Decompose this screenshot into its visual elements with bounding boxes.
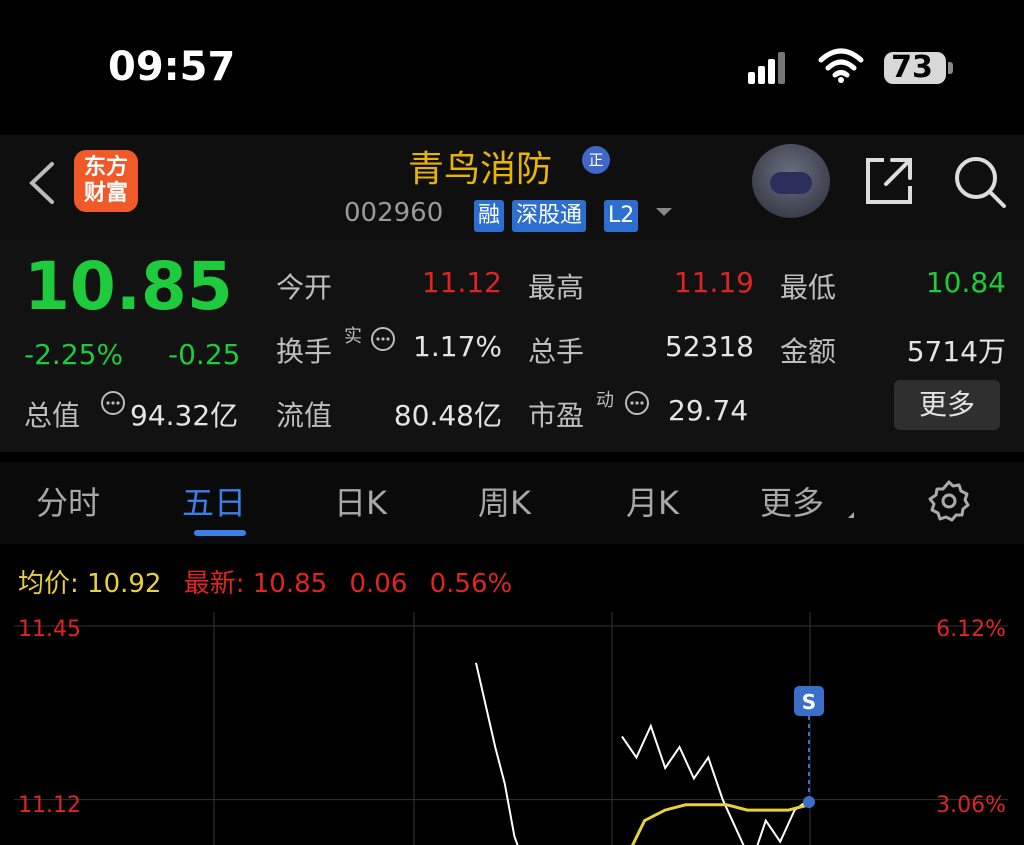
low-label: 最低 [780, 271, 837, 304]
price-line [621, 723, 810, 845]
open-value: 11.12 [421, 266, 502, 299]
caret-icon [848, 512, 854, 518]
amount-value: 5714万 [906, 335, 1006, 368]
back-icon[interactable] [24, 160, 58, 206]
gear-icon[interactable] [926, 478, 972, 524]
name-badge: 正 [582, 146, 610, 174]
tag-level2: L2 [604, 200, 639, 232]
price-line [475, 662, 519, 845]
tab-monthly-k[interactable]: 月K [626, 478, 679, 524]
chart-info-line: 均价: 10.92 最新: 10.85 0.06 0.56% [18, 563, 512, 600]
mktcap-value: 94.32亿 [130, 399, 239, 432]
mktcap-label: 总值 [24, 399, 81, 432]
change-amount: -0.25 [168, 338, 241, 371]
status-time: 09:57 [108, 44, 236, 90]
cellular-signal-icon [748, 52, 788, 84]
stock-code: 002960 [344, 198, 444, 228]
y-right-tick: 6.12% [936, 617, 1006, 642]
logo-line1: 东方 [83, 155, 128, 180]
low-value: 10.84 [925, 266, 1006, 299]
marker-label: S [802, 690, 816, 714]
active-tab-indicator [194, 530, 246, 536]
y-right-tick: 3.06% [936, 793, 1006, 818]
robot-face [770, 172, 812, 194]
float-label: 流值 [276, 399, 333, 432]
tab-more[interactable]: 更多 [760, 478, 824, 524]
tab-five-day[interactable]: 五日 [182, 478, 246, 524]
tab-intraday[interactable]: 分时 [36, 478, 100, 524]
open-label: 今开 [276, 271, 333, 304]
avg-value: 10.92 [87, 569, 162, 599]
latest-value: 10.85 [252, 569, 328, 599]
y-left-tick: 11.45 [18, 617, 81, 642]
tag-connect: 深股通 [512, 200, 587, 232]
avg-label: 均价: [18, 569, 79, 599]
high-label: 最高 [528, 271, 585, 304]
latest-change: 0.06 [349, 569, 408, 599]
chevron-down-icon[interactable] [656, 208, 672, 216]
tab-weekly-k[interactable]: 周K [478, 478, 531, 524]
turnover-sup: 实 [344, 326, 362, 347]
latest-label: 最新: [183, 569, 245, 599]
current-price: 10.85 [24, 248, 233, 325]
pe-label: 市盈 [528, 399, 585, 432]
info-icon[interactable] [100, 390, 126, 416]
chart-grid [14, 612, 1008, 845]
volume-label: 总手 [528, 335, 585, 368]
turnover-value: 1.17% [413, 330, 502, 363]
search-icon[interactable] [952, 154, 1008, 210]
wifi-icon [818, 48, 864, 83]
current-point [803, 796, 815, 808]
s-marker[interactable]: S [794, 686, 824, 716]
battery-tip [948, 62, 953, 74]
logo-line2: 财富 [83, 181, 128, 206]
y-left-tick: 11.12 [18, 793, 81, 818]
volume-value: 52318 [664, 330, 754, 363]
info-icon[interactable] [370, 326, 396, 352]
change-percent: -2.25% [24, 338, 124, 371]
more-button[interactable]: 更多 [894, 380, 1000, 430]
latest-pct: 0.56% [429, 569, 513, 599]
pe-value: 29.74 [668, 394, 749, 427]
stock-name: 青鸟消防 [408, 149, 553, 190]
tag-margin: 融 [474, 200, 505, 232]
high-value: 11.19 [673, 266, 754, 299]
turnover-label: 换手 [276, 335, 333, 368]
tab-daily-k[interactable]: 日K [334, 478, 387, 524]
chart-series [475, 662, 810, 845]
five-day-chart[interactable]: 11.45 11.12 6.12% 3.06% S [14, 612, 1008, 845]
pe-sup: 动 [596, 390, 614, 411]
amount-label: 金额 [780, 335, 837, 368]
info-icon[interactable] [624, 390, 650, 416]
app-logo[interactable]: 东方 财富 [74, 150, 138, 212]
battery-level: 73 [891, 50, 933, 85]
share-icon[interactable] [862, 154, 916, 208]
float-value: 80.48亿 [393, 399, 502, 432]
